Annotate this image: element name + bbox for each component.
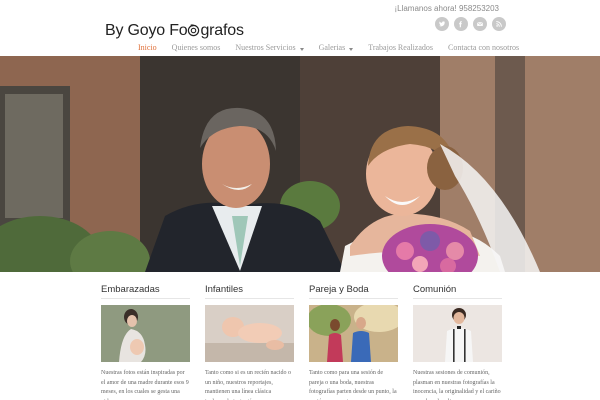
nav-item-quienes-somos[interactable]: Quienes somos [172, 43, 221, 52]
hero-slider-image[interactable] [0, 56, 600, 272]
service-image[interactable] [413, 305, 502, 362]
service-card-infantiles: Infantiles Tanto como si es un recién na… [205, 284, 294, 400]
service-title[interactable]: Comunión [413, 284, 502, 299]
nav-item-nuestros-servicios[interactable]: Nuestros Servicios [235, 43, 304, 52]
service-title[interactable]: Pareja y Boda [309, 284, 398, 299]
site-logo[interactable]: By Goyo Fo grafos [105, 22, 244, 40]
service-image[interactable] [205, 305, 294, 362]
service-description: Tanto como si es un recién nacido o un n… [205, 370, 292, 400]
service-card-comunion: Comunión Nuestras sesiones de comunión, … [413, 284, 502, 400]
service-title[interactable]: Embarazadas [101, 284, 190, 299]
main-nav: Inicio Quienes somos Nuestros Servicios … [138, 43, 534, 52]
wedding-photo [0, 56, 600, 272]
logo-text-end: grafos [200, 22, 244, 39]
nav-item-galerias[interactable]: Galerias [319, 43, 354, 52]
email-icon[interactable] [473, 17, 487, 31]
service-card-embarazadas: Embarazadas Nuestras fotos están inspira… [101, 284, 190, 400]
service-description: Nuestras sesiones de comunión, plasman e… [413, 370, 501, 400]
service-title[interactable]: Infantiles [205, 284, 294, 299]
nav-item-contacta[interactable]: Contacta con nosotros [448, 43, 519, 52]
nav-item-inicio[interactable]: Inicio [138, 43, 157, 52]
service-description: Tanto como para una sesión de pareja o u… [309, 370, 397, 400]
nav-label: Galerias [318, 43, 346, 52]
services-section: Embarazadas Nuestras fotos están inspira… [101, 284, 502, 400]
nav-item-trabajos-realizados[interactable]: Trabajos Realizados [368, 43, 433, 52]
logo-text-start: By Goyo Fo [105, 22, 188, 39]
chevron-down-icon [299, 47, 304, 51]
service-image[interactable] [101, 305, 190, 362]
nav-label: Quienes somos [171, 43, 221, 52]
nav-label: Nuestros Servicios [235, 43, 296, 52]
social-links [435, 17, 506, 31]
call-now-text: ¡Llamanos ahora! 958253203 [394, 4, 499, 13]
site-header: By Goyo Fo grafos ¡Llamanos ahora! 958253… [0, 0, 600, 56]
nav-label: Trabajos Realizados [368, 43, 434, 52]
service-description: Nuestras fotos están inspiradas por el a… [101, 370, 189, 400]
nav-label: Contacta con nosotros [448, 43, 520, 52]
chevron-down-icon [349, 47, 354, 51]
facebook-icon[interactable] [454, 17, 468, 31]
service-image[interactable] [309, 305, 398, 362]
rss-icon[interactable] [492, 17, 506, 31]
twitter-icon[interactable] [435, 17, 449, 31]
camera-icon [188, 24, 200, 37]
nav-label: Inicio [138, 43, 157, 52]
service-card-pareja-y-boda: Pareja y Boda Tanto como para una sesión… [309, 284, 398, 400]
